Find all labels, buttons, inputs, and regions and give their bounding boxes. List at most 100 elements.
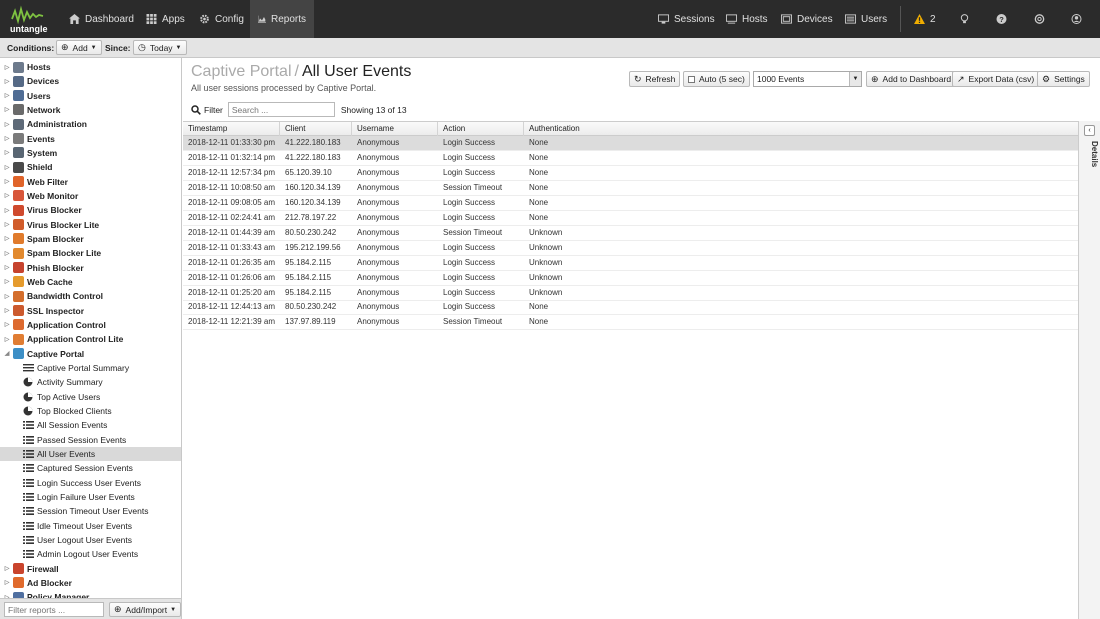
table-row[interactable]: 2018-12-11 09:08:05 am 160.120.34.139 Anon… bbox=[183, 196, 1078, 211]
nav-sessions[interactable]: Sessions bbox=[650, 0, 723, 38]
tree-item-web-monitor[interactable]: ▷ Web Monitor bbox=[0, 189, 181, 203]
export-csv-button[interactable]: ↗ Export Data (csv) bbox=[952, 71, 1040, 87]
refresh-button[interactable]: ↻ Refresh bbox=[629, 71, 681, 87]
collapsed-arrow-icon[interactable]: ▷ bbox=[3, 121, 11, 128]
expanded-arrow-icon[interactable]: ◢ bbox=[3, 350, 11, 357]
tree-item-devices[interactable]: ▷ Devices bbox=[0, 74, 181, 88]
tree-report-idle-timeout-user-events[interactable]: Idle Timeout User Events bbox=[0, 519, 181, 533]
table-row[interactable]: 2018-12-11 01:26:35 am 95.184.2.115 Anonym… bbox=[183, 256, 1078, 271]
collapsed-arrow-icon[interactable]: ▷ bbox=[3, 264, 11, 271]
alerts-button[interactable]: 2 bbox=[906, 0, 944, 38]
tree-report-passed-session-events[interactable]: Passed Session Events bbox=[0, 433, 181, 447]
tree-item-hosts[interactable]: ▷ Hosts bbox=[0, 60, 181, 74]
tree-item-firewall[interactable]: ▷ Firewall bbox=[0, 562, 181, 576]
account-button[interactable] bbox=[1063, 0, 1095, 38]
collapsed-arrow-icon[interactable]: ▷ bbox=[3, 250, 11, 257]
collapsed-arrow-icon[interactable]: ▷ bbox=[3, 579, 11, 586]
collapsed-arrow-icon[interactable]: ▷ bbox=[3, 135, 11, 142]
tree-report-session-timeout-user-events[interactable]: Session Timeout User Events bbox=[0, 504, 181, 518]
add-import-button[interactable]: ⊕ Add/Import ▼ bbox=[109, 602, 182, 617]
collapsed-arrow-icon[interactable]: ▷ bbox=[3, 307, 11, 314]
collapsed-arrow-icon[interactable]: ▷ bbox=[3, 565, 11, 572]
auto-refresh-toggle[interactable]: Auto (5 sec) bbox=[683, 71, 750, 87]
nav-hosts[interactable]: Hosts bbox=[718, 0, 776, 38]
tree-item-policy-manager[interactable]: ▷ Policy Manager bbox=[0, 590, 181, 598]
tree-item-system[interactable]: ▷ System bbox=[0, 146, 181, 160]
tree-report-activity-summary[interactable]: Activity Summary bbox=[0, 375, 181, 389]
collapsed-arrow-icon[interactable]: ▷ bbox=[3, 207, 11, 214]
tree-report-login-failure-user-events[interactable]: Login Failure User Events bbox=[0, 490, 181, 504]
table-row[interactable]: 2018-12-11 12:21:39 am 137.97.89.119 Anony… bbox=[183, 315, 1078, 331]
collapsed-arrow-icon[interactable]: ▷ bbox=[3, 321, 11, 328]
expand-details-icon[interactable]: ‹ bbox=[1084, 125, 1095, 136]
tree-report-admin-logout-user-events[interactable]: Admin Logout User Events bbox=[0, 547, 181, 561]
table-row[interactable]: 2018-12-11 02:24:41 am 212.78.197.22 Anony… bbox=[183, 211, 1078, 226]
tree-item-events[interactable]: ▷ Events bbox=[0, 132, 181, 146]
column-header-action[interactable]: Action bbox=[438, 122, 524, 136]
tree-item-network[interactable]: ▷ Network bbox=[0, 103, 181, 117]
tree-item-virus-blocker-lite[interactable]: ▷ Virus Blocker Lite bbox=[0, 218, 181, 232]
table-row[interactable]: 2018-12-11 01:32:14 pm 41.222.180.183 Anon… bbox=[183, 151, 1078, 166]
since-date-button[interactable]: ◷ Today ▼ bbox=[133, 40, 187, 55]
collapsed-arrow-icon[interactable]: ▷ bbox=[3, 149, 11, 156]
settings-button[interactable]: ⚙ Settings bbox=[1037, 71, 1090, 87]
collapsed-arrow-icon[interactable]: ▷ bbox=[3, 164, 11, 171]
tree-report-captured-session-events[interactable]: Captured Session Events bbox=[0, 461, 181, 475]
tree-item-virus-blocker[interactable]: ▷ Virus Blocker bbox=[0, 203, 181, 217]
help-button[interactable]: ? bbox=[988, 0, 1020, 38]
tree-report-top-blocked-clients[interactable]: Top Blocked Clients bbox=[0, 404, 181, 418]
column-header-timestamp[interactable]: Timestamp bbox=[183, 122, 280, 136]
untangle-logo[interactable]: untangle bbox=[8, 5, 56, 35]
nav-users[interactable]: Users bbox=[837, 0, 895, 38]
tree-item-bandwidth-control[interactable]: ▷ Bandwidth Control bbox=[0, 289, 181, 303]
add-to-dashboard-button[interactable]: ⊕ Add to Dashboard bbox=[866, 71, 957, 87]
events-limit-select[interactable]: 1000 Events ▼ bbox=[753, 71, 862, 87]
breadcrumb-app[interactable]: Captive Portal bbox=[191, 63, 292, 80]
nav-config[interactable]: Config bbox=[191, 0, 252, 38]
tree-report-login-success-user-events[interactable]: Login Success User Events bbox=[0, 476, 181, 490]
table-row[interactable]: 2018-12-11 01:33:30 pm 41.222.180.183 Anon… bbox=[183, 136, 1078, 151]
tree-item-web-cache[interactable]: ▷ Web Cache bbox=[0, 275, 181, 289]
support-button[interactable] bbox=[1026, 0, 1058, 38]
collapsed-arrow-icon[interactable]: ▷ bbox=[3, 336, 11, 343]
tree-item-spam-blocker[interactable]: ▷ Spam Blocker bbox=[0, 232, 181, 246]
tree-item-shield[interactable]: ▷ Shield bbox=[0, 160, 181, 174]
tree-item-ad-blocker[interactable]: ▷ Ad Blocker bbox=[0, 576, 181, 590]
table-row[interactable]: 2018-12-11 10:08:50 am 160.120.34.139 Anon… bbox=[183, 181, 1078, 196]
details-panel-collapsed[interactable]: ‹ Details bbox=[1078, 121, 1100, 619]
collapsed-arrow-icon[interactable]: ▷ bbox=[3, 235, 11, 242]
tree-item-administration[interactable]: ▷ Administration bbox=[0, 117, 181, 131]
tree-report-captive-portal-summary[interactable]: Captive Portal Summary bbox=[0, 361, 181, 375]
search-input[interactable] bbox=[227, 102, 335, 117]
column-header-client[interactable]: Client bbox=[280, 122, 352, 136]
nav-reports[interactable]: Reports bbox=[250, 0, 314, 38]
collapsed-arrow-icon[interactable]: ▷ bbox=[3, 64, 11, 71]
collapsed-arrow-icon[interactable]: ▷ bbox=[3, 78, 11, 85]
tree-item-web-filter[interactable]: ▷ Web Filter bbox=[0, 175, 181, 189]
collapsed-arrow-icon[interactable]: ▷ bbox=[3, 278, 11, 285]
tree-item-application-control[interactable]: ▷ Application Control bbox=[0, 318, 181, 332]
tree-item-ssl-inspector[interactable]: ▷ SSL Inspector bbox=[0, 304, 181, 318]
tree-item-spam-blocker-lite[interactable]: ▷ Spam Blocker Lite bbox=[0, 246, 181, 260]
tips-button[interactable] bbox=[951, 0, 983, 38]
table-row[interactable]: 2018-12-11 01:26:06 am 95.184.2.115 Anonym… bbox=[183, 271, 1078, 286]
tree-report-user-logout-user-events[interactable]: User Logout User Events bbox=[0, 533, 181, 547]
nav-apps[interactable]: Apps bbox=[138, 0, 193, 38]
column-header-username[interactable]: Username bbox=[352, 122, 438, 136]
tree-item-captive-portal[interactable]: ◢ Captive Portal bbox=[0, 347, 181, 361]
collapsed-arrow-icon[interactable]: ▷ bbox=[3, 106, 11, 113]
collapsed-arrow-icon[interactable]: ▷ bbox=[3, 178, 11, 185]
nav-devices[interactable]: Devices bbox=[773, 0, 841, 38]
table-row[interactable]: 2018-12-11 01:33:43 am 195.212.199.56 Anon… bbox=[183, 241, 1078, 256]
tree-report-top-active-users[interactable]: Top Active Users bbox=[0, 390, 181, 404]
nav-dashboard[interactable]: Dashboard bbox=[61, 0, 142, 38]
tree-item-application-control-lite[interactable]: ▷ Application Control Lite bbox=[0, 332, 181, 346]
tree-report-all-session-events[interactable]: All Session Events bbox=[0, 418, 181, 432]
tree-report-all-user-events[interactable]: All User Events bbox=[0, 446, 181, 461]
tree-item-phish-blocker[interactable]: ▷ Phish Blocker bbox=[0, 261, 181, 275]
collapsed-arrow-icon[interactable]: ▷ bbox=[3, 192, 11, 199]
collapsed-arrow-icon[interactable]: ▷ bbox=[3, 293, 11, 300]
table-row[interactable]: 2018-12-11 01:44:39 am 80.50.230.242 Anony… bbox=[183, 226, 1078, 241]
column-header-authentication[interactable]: Authentication bbox=[524, 122, 1078, 136]
table-row[interactable]: 2018-12-11 01:25:20 am 95.184.2.115 Anonym… bbox=[183, 286, 1078, 301]
